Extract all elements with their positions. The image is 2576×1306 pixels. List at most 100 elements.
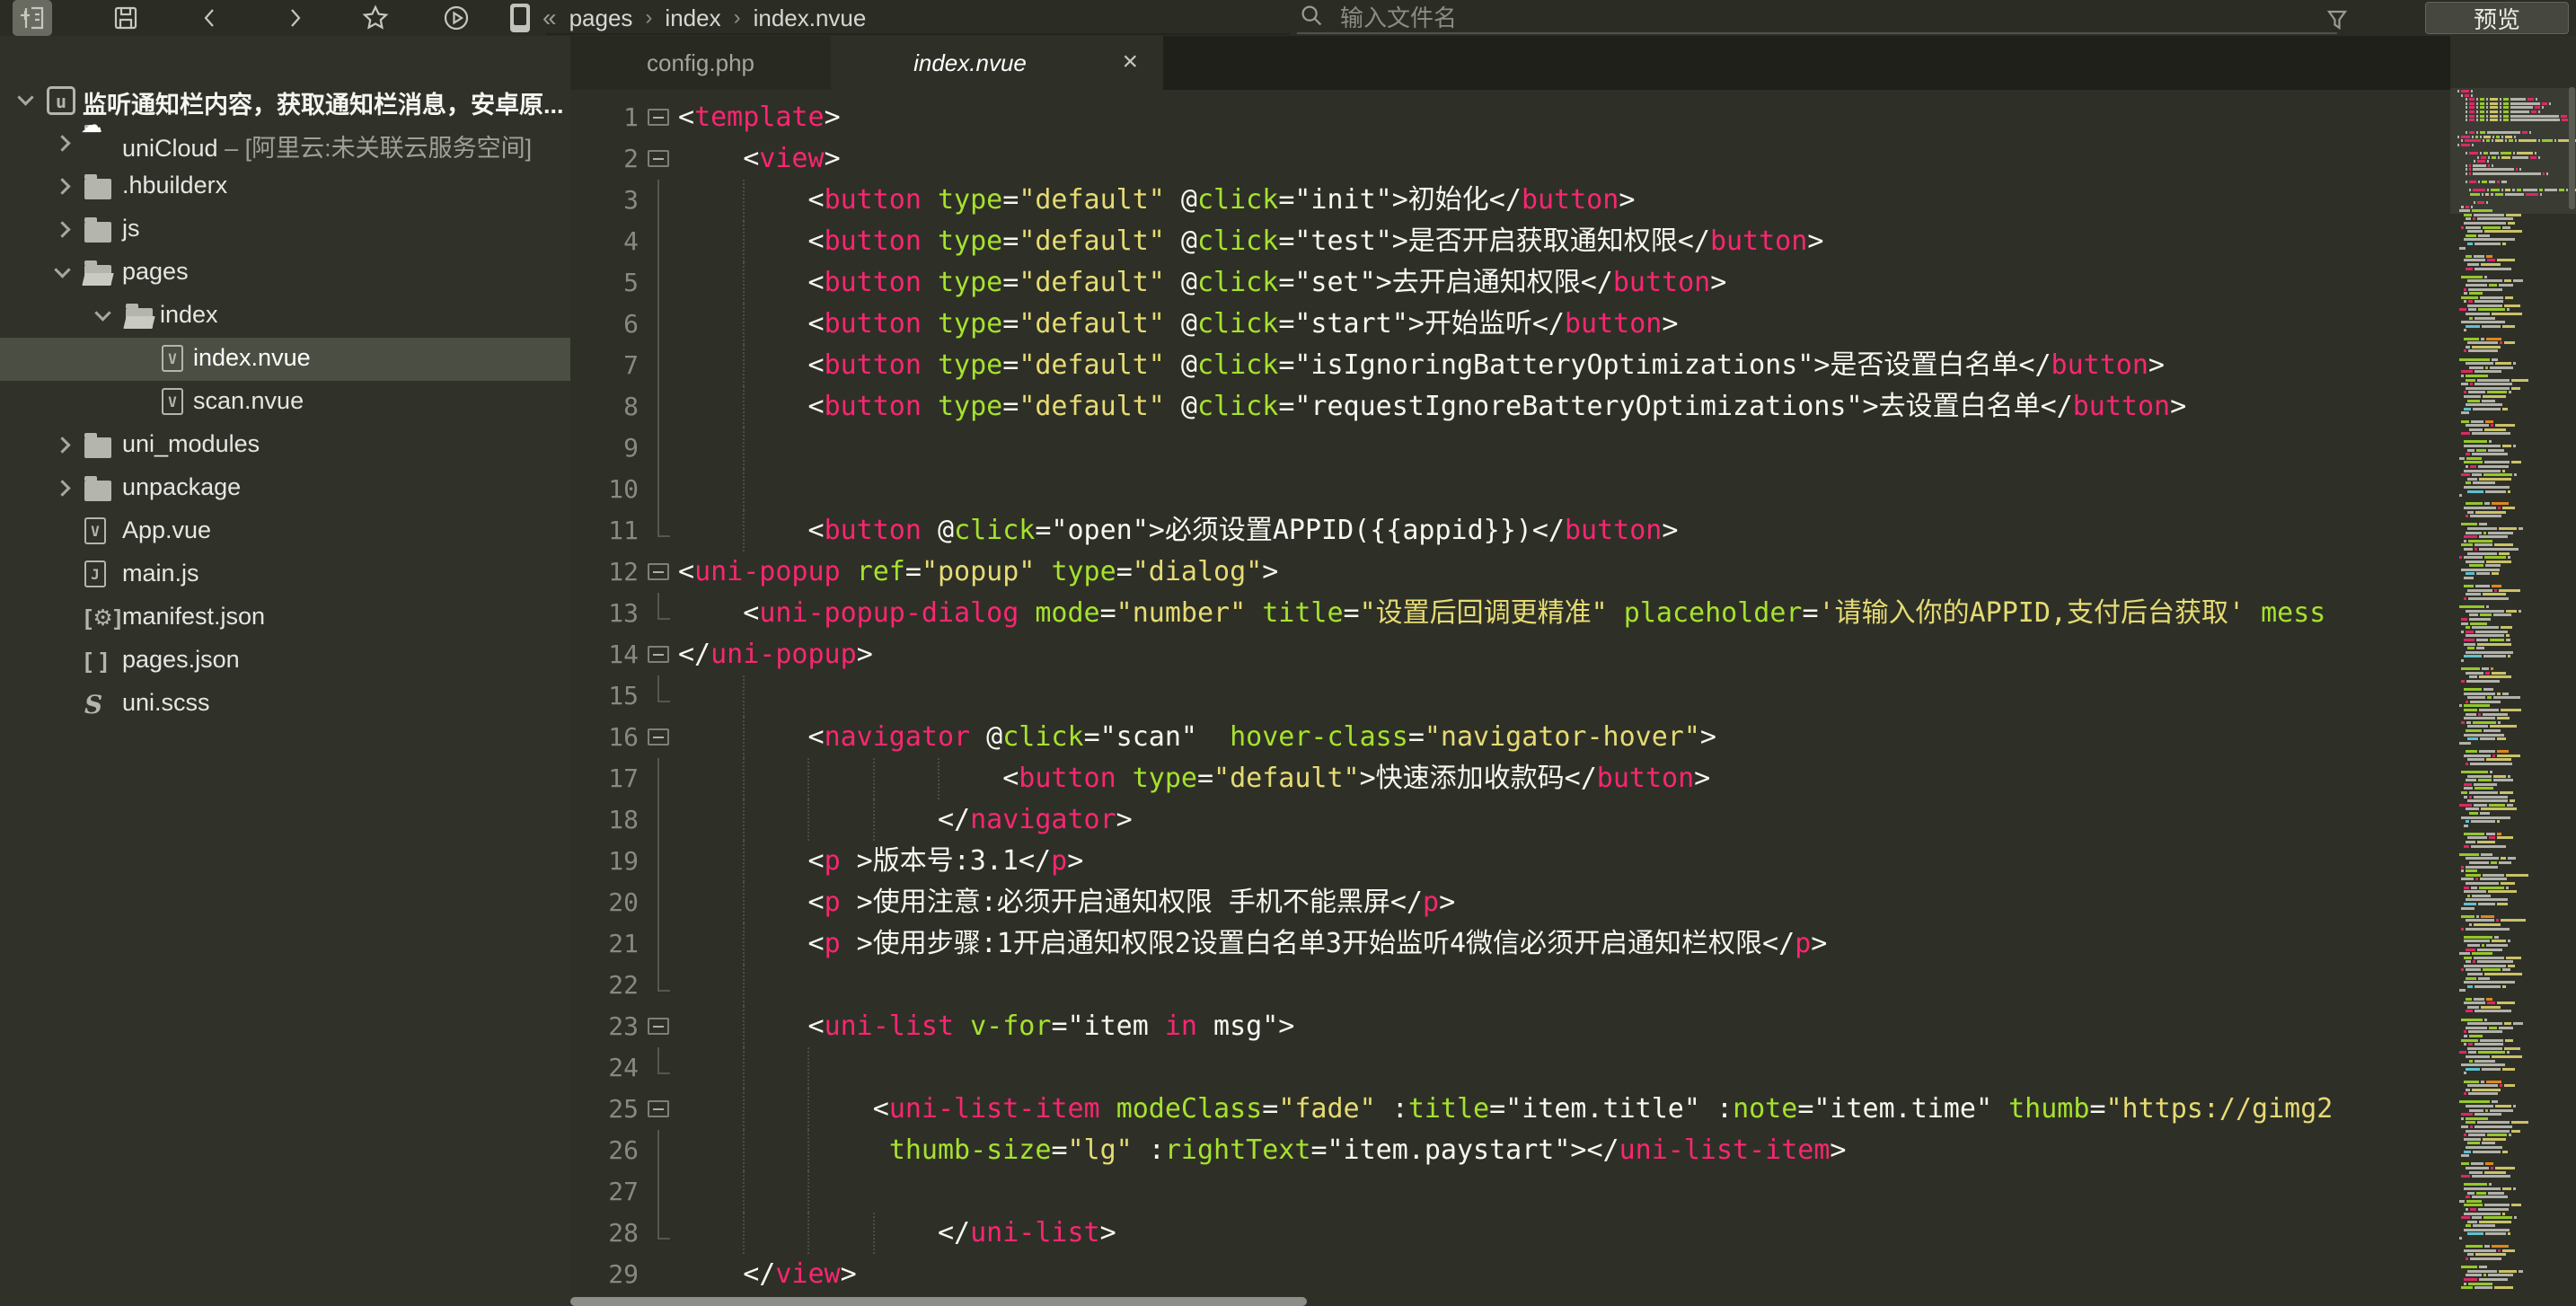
code-line-11[interactable]: 11 <button @click="open">必须设置APPID({{app… [570, 510, 2450, 552]
sidebar-item-unicloud[interactable]: ☁ uniCloud – [阿里云:未关联云服务空间] [0, 115, 570, 165]
chevron-down-icon[interactable] [17, 89, 34, 106]
vertical-scrollbar-thumb[interactable] [2569, 87, 2575, 209]
chevron-right-icon[interactable] [54, 480, 71, 497]
token-string: "number" [1116, 597, 1247, 629]
new-file-icon[interactable] [13, 0, 52, 36]
fold-collapse-icon[interactable] [648, 646, 669, 663]
code-line-18[interactable]: 18 </navigator> [570, 799, 2450, 841]
minimap-line [2457, 217, 2571, 221]
line-number: 2 [623, 144, 639, 173]
code-line-14[interactable]: 14 </uni-popup> [570, 634, 2450, 675]
breadcrumb-item-file[interactable]: index.nvue [754, 4, 867, 32]
code-line-6[interactable]: 6 <button type="default" @click="start">… [570, 304, 2450, 345]
sidebar-item-pages.json[interactable]: [ ] pages.json [0, 640, 570, 683]
code-text: </view> [678, 1254, 856, 1295]
code-line-15[interactable]: 15 [570, 675, 2450, 717]
code-line-2[interactable]: 2 <view> [570, 138, 2450, 180]
close-icon[interactable]: × [1122, 47, 1138, 77]
code-line-10[interactable]: 10 [570, 469, 2450, 510]
sidebar-item-.hbuilderx[interactable]: .hbuilderx [0, 165, 570, 208]
preview-button[interactable]: 预览 [2425, 2, 2569, 34]
sidebar-item-label: pages.json [122, 646, 240, 673]
code-line-17[interactable]: 17 <button type="default">快速添加收款码</butto… [570, 758, 2450, 799]
fold-collapse-icon[interactable] [648, 728, 669, 746]
sidebar-item-uni.scss[interactable]: Suni.scss [0, 683, 570, 726]
code-line-22[interactable]: 22 [570, 965, 2450, 1006]
minimap-line [2457, 935, 2571, 939]
minimap[interactable] [2450, 36, 2576, 1306]
code-line-8[interactable]: 8 <button type="default" @click="request… [570, 386, 2450, 428]
sidebar-item-index[interactable]: index [0, 295, 570, 338]
chevron-down-icon[interactable] [94, 304, 111, 322]
run-icon[interactable] [437, 0, 476, 36]
save-icon[interactable] [106, 0, 146, 36]
sidebar-item-js[interactable]: js [0, 208, 570, 251]
back-icon[interactable] [190, 0, 230, 36]
chevron-right-icon[interactable] [54, 437, 71, 454]
code-line-27[interactable]: 27 [570, 1171, 2450, 1213]
filter-funnel-icon[interactable] [2317, 2, 2357, 38]
minimap-line [2457, 481, 2571, 485]
code-line-7[interactable]: 7 <button type="default" @click="isIgnor… [570, 345, 2450, 386]
code-line-5[interactable]: 5 <button type="default" @click="set">去开… [570, 262, 2450, 304]
sidebar-item-main.js[interactable]: Jmain.js [0, 553, 570, 596]
fold-collapse-icon[interactable] [648, 1018, 669, 1035]
code-text: <uni-popup ref="popup" type="dialog"> [678, 552, 1278, 593]
token-tag: p [824, 928, 841, 959]
token-string: "default" [1019, 349, 1165, 381]
code-line-13[interactable]: 13 <uni-popup-dialog mode="number" title… [570, 593, 2450, 634]
code-line-9[interactable]: 9 [570, 428, 2450, 469]
code-line-1[interactable]: 1 <template> [570, 97, 2450, 138]
tab-config.php[interactable]: config.php [570, 36, 831, 90]
code-line-4[interactable]: 4 <button type="default" @click="test">是… [570, 221, 2450, 262]
fold-collapse-icon[interactable] [648, 1100, 669, 1117]
breadcrumb-item-index[interactable]: index [665, 4, 720, 32]
token-text: > [1262, 556, 1279, 587]
token-text: > [1067, 845, 1084, 877]
chevron-down-icon[interactable] [54, 261, 71, 278]
forward-icon[interactable] [275, 0, 314, 36]
search-input[interactable]: 输入文件名 [1297, 0, 2337, 34]
code-line-25[interactable]: 25 <uni-list-item modeClass="fade" :titl… [570, 1089, 2450, 1130]
code-line-3[interactable]: 3 <button type="default" @click="init">初… [570, 180, 2450, 221]
sidebar-item-index.nvue[interactable]: Vindex.nvue [0, 338, 570, 381]
code-line-16[interactable]: 16 <navigator @click="scan" hover-class=… [570, 717, 2450, 758]
code-line-29[interactable]: 29 </view> [570, 1254, 2450, 1295]
code-editor[interactable]: 1 <template> 2 <view> 3 <button type="defau… [570, 90, 2450, 1306]
sidebar-item-uni_modules[interactable]: uni_modules [0, 424, 570, 467]
breadcrumb-collapse-icon[interactable]: « [543, 4, 557, 32]
minimap-line [2457, 602, 2571, 604]
line-number: 3 [623, 185, 639, 215]
chevron-right-icon[interactable] [54, 221, 71, 238]
token-tag: button [824, 308, 922, 340]
sidebar-item-app.vue[interactable]: V App.vue [0, 510, 570, 553]
code-line-19[interactable]: 19 <p >版本号:3.1</p> [570, 841, 2450, 882]
code-line-24[interactable]: 24 [570, 1047, 2450, 1089]
sidebar-item-manifest.json[interactable]: [⚙] manifest.json [0, 596, 570, 640]
token-text: = [1407, 721, 1425, 753]
code-line-12[interactable]: 12 <uni-popup ref="popup" type="dialog"> [570, 552, 2450, 593]
tab-index.nvue[interactable]: index.nvue × [831, 36, 1163, 90]
project-icon: u [47, 86, 75, 115]
fold-collapse-icon[interactable] [648, 109, 669, 126]
token-text: < [678, 556, 695, 587]
sidebar-item-scan.nvue[interactable]: Vscan.nvue [0, 381, 570, 424]
horizontal-scrollbar-thumb[interactable] [570, 1297, 1307, 1306]
code-line-26[interactable]: 26 thumb-size="lg" :rightText="item.pays… [570, 1130, 2450, 1171]
favorite-star-icon[interactable] [356, 0, 395, 36]
minimap-line [2457, 477, 2571, 481]
code-line-20[interactable]: 20 <p >使用注意:必须开启通知权限 手机不能黑屏</p> [570, 882, 2450, 923]
code-line-28[interactable]: 28 </uni-list> [570, 1213, 2450, 1254]
line-number: 17 [608, 763, 639, 793]
code-line-21[interactable]: 21 <p >使用步骤:1开启通知权限2设置白名单3开始监听4微信必须开启通知栏… [570, 923, 2450, 965]
breadcrumb-item-pages[interactable]: pages [569, 4, 633, 32]
minimap-line [2457, 650, 2571, 654]
sidebar-item-unpackage[interactable]: unpackage [0, 467, 570, 510]
chevron-right-icon[interactable] [54, 135, 71, 152]
fold-collapse-icon[interactable] [648, 150, 669, 167]
fold-collapse-icon[interactable] [648, 563, 669, 580]
chevron-right-icon[interactable] [54, 178, 71, 195]
minimap-line [2457, 597, 2571, 601]
code-line-23[interactable]: 23 <uni-list v-for="item in msg"> [570, 1006, 2450, 1047]
sidebar-item-pages[interactable]: pages [0, 251, 570, 295]
